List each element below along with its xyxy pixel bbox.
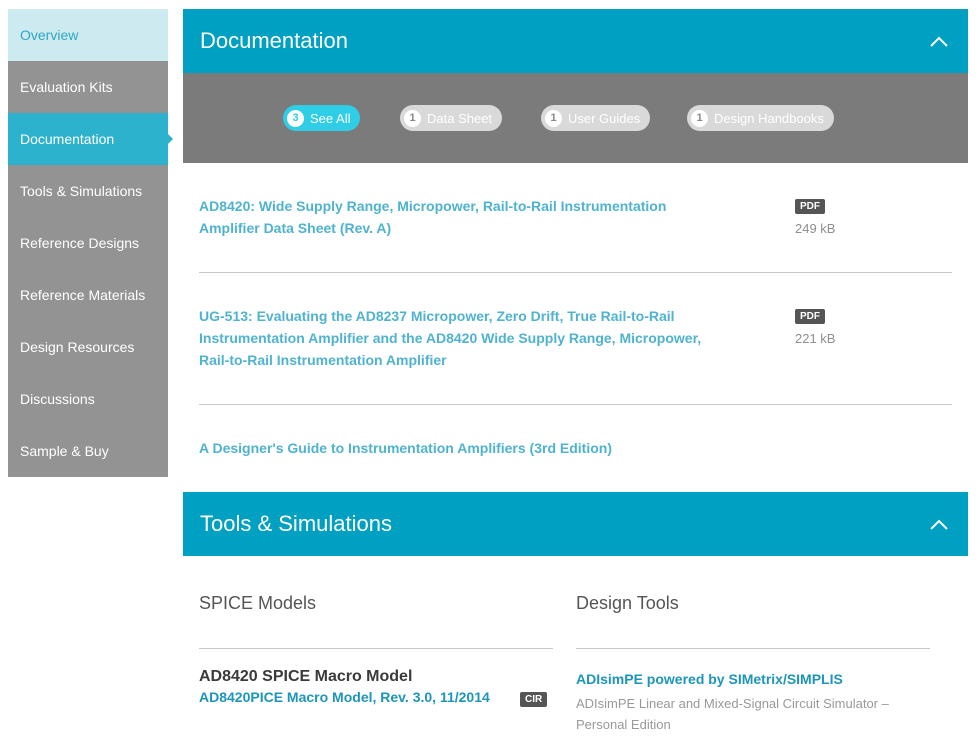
sidebar-item-documentation[interactable]: Documentation (8, 113, 173, 165)
count-badge: 1 (404, 109, 421, 127)
sidebar-item-overview[interactable]: Overview (8, 9, 168, 61)
sidebar-item-tools-simulations[interactable]: Tools & Simulations (8, 165, 168, 217)
section-title: Tools & Simulations (200, 511, 392, 536)
design-tools-heading: Design Tools (576, 593, 679, 613)
sidebar-item-discussions[interactable]: Discussions (8, 373, 168, 425)
filter-label: User Guides (568, 110, 641, 126)
sidebar-item-label: Reference Materials (20, 287, 146, 303)
design-tool-link[interactable]: ADIsimPE powered by SIMetrix/SIMPLIS (576, 671, 843, 687)
sidebar-item-label: Design Resources (20, 339, 135, 355)
filter-data-sheet[interactable]: 1 Data Sheet (400, 105, 503, 131)
design-tool-description: ADIsimPE Linear and Mixed-Signal Circuit… (576, 696, 889, 732)
filter-label: See All (310, 110, 351, 126)
chevron-up-icon[interactable] (930, 516, 948, 534)
file-type-badge: CIR (520, 692, 548, 707)
count-badge: 3 (287, 109, 304, 127)
sidebar-item-label: Discussions (20, 391, 95, 407)
filter-design-handbooks[interactable]: 1 Design Handbooks (687, 105, 834, 131)
divider (576, 648, 930, 649)
doc-link-ad8420-datasheet[interactable]: AD8420: Wide Supply Range, Micropower, R… (199, 195, 666, 239)
tools-header: Tools & Simulations (183, 492, 968, 556)
sidebar-item-label: Sample & Buy (20, 443, 109, 459)
sidebar-nav: Overview Evaluation Kits Documentation T… (8, 9, 173, 477)
sidebar-item-label: Tools & Simulations (20, 183, 143, 199)
spice-model-title: AD8420 SPICE Macro Model (199, 668, 413, 685)
file-size: 249 kB (795, 221, 836, 236)
doc-title-line: UG-513: Evaluating the AD8237 Micropower… (199, 308, 675, 324)
sidebar-item-label: Documentation (20, 131, 115, 147)
doc-link-ug-513[interactable]: UG-513: Evaluating the AD8237 Micropower… (199, 305, 701, 371)
sidebar-item-reference-materials[interactable]: Reference Materials (8, 269, 168, 321)
divider (199, 404, 952, 405)
sidebar-item-reference-designs[interactable]: Reference Designs (8, 217, 168, 269)
sidebar-item-label: Evaluation Kits (20, 79, 113, 95)
chevron-up-icon[interactable] (930, 33, 948, 51)
file-type-badge: PDF (795, 309, 825, 324)
documentation-header: Documentation (183, 9, 968, 73)
doc-link-designers-guide[interactable]: A Designer's Guide to Instrumentation Am… (199, 437, 612, 459)
doc-title-line: Instrumentation Amplifier and the AD8420… (199, 330, 702, 346)
doc-title-line: Rail-to-Rail Instrumentation Amplifier (199, 352, 447, 368)
file-size: 221 kB (795, 331, 836, 346)
filter-see-all[interactable]: 3 See All (283, 105, 361, 131)
count-badge: 1 (545, 109, 562, 127)
sidebar-item-label: Reference Designs (20, 235, 140, 251)
filter-label: Design Handbooks (714, 110, 824, 126)
spice-models-heading: SPICE Models (199, 593, 317, 613)
filter-bar: 3 See All 1 Data Sheet 1 User Guides 1 D… (183, 73, 968, 163)
divider (199, 648, 553, 649)
sidebar-item-design-resources[interactable]: Design Resources (8, 321, 168, 373)
spice-model-link[interactable]: AD8420PICE Macro Model, Rev. 3.0, 11/201… (199, 689, 490, 705)
sidebar-item-evaluation-kits[interactable]: Evaluation Kits (8, 61, 168, 113)
sidebar-item-label: Overview (20, 27, 79, 43)
filter-label: Data Sheet (427, 110, 493, 126)
count-badge: 1 (691, 109, 708, 127)
divider (199, 272, 952, 273)
doc-title-line: A Designer's Guide to Instrumentation Am… (199, 440, 612, 456)
doc-title-line: Amplifier Data Sheet (Rev. A) (199, 220, 392, 236)
sidebar-item-sample-buy[interactable]: Sample & Buy (8, 425, 168, 477)
section-title: Documentation (200, 28, 348, 53)
file-type-badge: PDF (795, 199, 825, 214)
filter-user-guides[interactable]: 1 User Guides (541, 105, 651, 131)
doc-title-line: AD8420: Wide Supply Range, Micropower, R… (199, 198, 667, 214)
